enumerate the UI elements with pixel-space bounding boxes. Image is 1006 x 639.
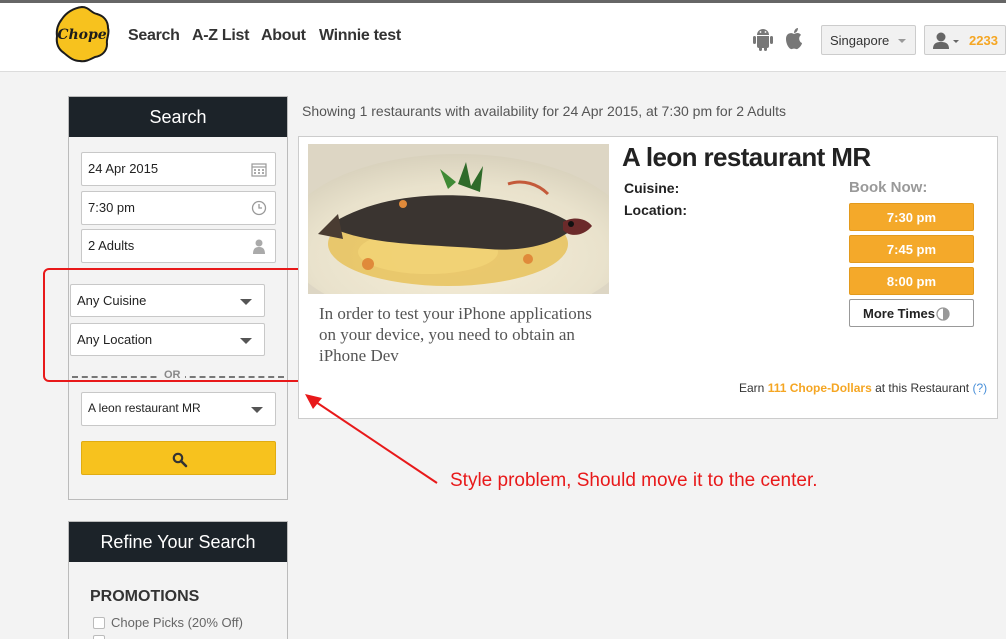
guests-value: 2 Adults: [88, 238, 135, 253]
date-value: 24 Apr 2015: [88, 161, 159, 176]
half-clock-icon: [936, 307, 950, 321]
more-times-label: More Times: [863, 306, 936, 321]
restaurant-name[interactable]: A leon restaurant MR: [622, 142, 871, 173]
guests-field[interactable]: 2 Adults: [81, 229, 276, 263]
time-slot-button[interactable]: 7:45 pm: [849, 235, 974, 263]
restaurant-description: In order to test your iPhone application…: [319, 304, 592, 365]
nav-about[interactable]: About: [261, 27, 306, 45]
promo-checkbox[interactable]: [93, 617, 105, 629]
refine-panel-title: Refine Your Search: [69, 522, 287, 562]
restaurant-photo[interactable]: [308, 144, 609, 294]
promotions-heading: PROMOTIONS: [90, 588, 200, 605]
apple-icon[interactable]: [783, 27, 805, 51]
annotation-highlight-box: [43, 268, 305, 382]
top-header: Chope Search A-Z List About Winnie test …: [0, 0, 1006, 72]
restaurant-value: A leon restaurant MR: [88, 401, 201, 415]
time-slot-button[interactable]: 7:30 pm: [849, 203, 974, 231]
earn-suffix: at this Restaurant: [875, 381, 970, 395]
restaurant-select[interactable]: A leon restaurant MR: [81, 392, 276, 426]
nav-winnie-test[interactable]: Winnie test: [319, 27, 401, 45]
calendar-icon: [251, 163, 267, 177]
chevron-down-icon: [898, 39, 906, 43]
earn-prefix: Earn: [739, 381, 765, 395]
chope-logo[interactable]: Chope: [53, 5, 111, 63]
chope-dollars-count: 2233: [969, 33, 998, 48]
nav-search[interactable]: Search: [128, 27, 180, 45]
user-menu[interactable]: 2233: [924, 25, 1006, 55]
results-summary: Showing 1 restaurants with availability …: [302, 103, 787, 119]
location-label: Location:: [624, 202, 687, 218]
user-icon: [933, 32, 959, 49]
country-value: Singapore: [830, 33, 890, 48]
nav-a-z-list[interactable]: A-Z List: [192, 27, 249, 45]
search-button[interactable]: [81, 441, 276, 475]
time-field[interactable]: 7:30 pm: [81, 191, 276, 225]
svg-text:Chope: Chope: [57, 27, 106, 43]
search-panel-title: Search: [69, 97, 287, 137]
book-now-label: Book Now:: [849, 179, 928, 196]
earn-amount: 111 Chope-Dollars: [767, 381, 872, 395]
cuisine-label: Cuisine:: [624, 180, 680, 196]
promo-label: Chope Picks (20% Off): [111, 615, 243, 630]
annotation-arrow: [305, 394, 438, 484]
date-field[interactable]: 24 Apr 2015: [81, 152, 276, 186]
search-icon: [172, 452, 188, 468]
chevron-down-icon: [251, 407, 263, 413]
person-icon: [253, 239, 265, 254]
time-slot-button[interactable]: 8:00 pm: [849, 267, 974, 295]
android-icon[interactable]: [752, 27, 774, 51]
annotation-text: Style problem, Should move it to the cen…: [450, 470, 818, 491]
promo-checkbox-2[interactable]: [93, 635, 105, 639]
earn-dollars-note: Earn 111 Chope-Dollars at this Restauran…: [739, 381, 987, 395]
more-times-button[interactable]: More Times: [849, 299, 974, 327]
country-select[interactable]: Singapore: [821, 25, 916, 55]
help-link[interactable]: (?): [973, 381, 988, 395]
clock-icon: [251, 200, 267, 216]
time-value: 7:30 pm: [88, 200, 135, 215]
